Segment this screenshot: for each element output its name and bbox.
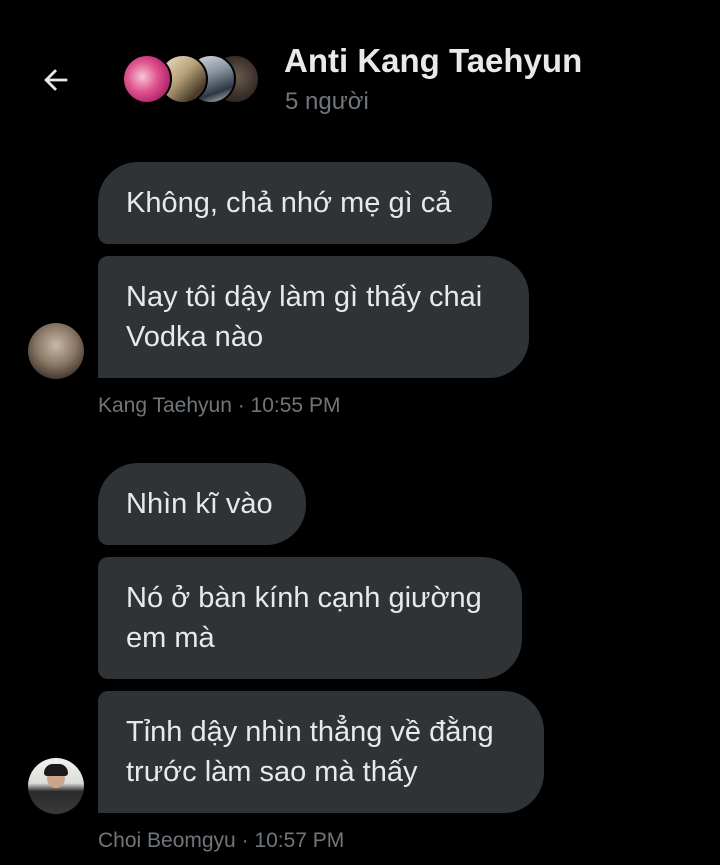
- message-text: Tỉnh dậy nhìn thẳng về đằng trước làm sa…: [126, 716, 494, 788]
- arrow-left-icon: [44, 69, 68, 91]
- conversation-title[interactable]: Anti Kang Taehyun: [284, 42, 582, 80]
- message-text: Nay tôi dậy làm gì thấy chai Vodka nào: [126, 281, 483, 353]
- message-text: Nó ở bàn kính cạnh giường em mà: [126, 582, 482, 654]
- message-text: Không, chả nhớ mẹ gì cả: [126, 187, 452, 219]
- avatar[interactable]: [28, 323, 84, 379]
- message-meta: Choi Beomgyu · 10:57 PM: [98, 829, 345, 852]
- message-meta: Kang Taehyun · 10:55 PM: [98, 394, 341, 417]
- message-bubble[interactable]: Tỉnh dậy nhìn thẳng về đằng trước làm sa…: [98, 691, 544, 813]
- avatar-hair: [44, 764, 68, 776]
- avatar[interactable]: [28, 758, 84, 814]
- member-count[interactable]: 5 người: [285, 88, 369, 116]
- message-bubble[interactable]: Nhìn kĩ vào: [98, 463, 306, 545]
- message-bubble[interactable]: Nó ở bàn kính cạnh giường em mà: [98, 557, 522, 679]
- message-text: Nhìn kĩ vào: [126, 488, 273, 520]
- back-button[interactable]: [34, 58, 78, 102]
- conversation-header: Anti Kang Taehyun 5 người: [0, 0, 720, 140]
- message-bubble[interactable]: Nay tôi dậy làm gì thấy chai Vodka nào: [98, 256, 529, 378]
- avatar: [122, 54, 172, 104]
- group-avatar-stack[interactable]: [122, 54, 262, 106]
- message-bubble[interactable]: Không, chả nhớ mẹ gì cả: [98, 162, 492, 244]
